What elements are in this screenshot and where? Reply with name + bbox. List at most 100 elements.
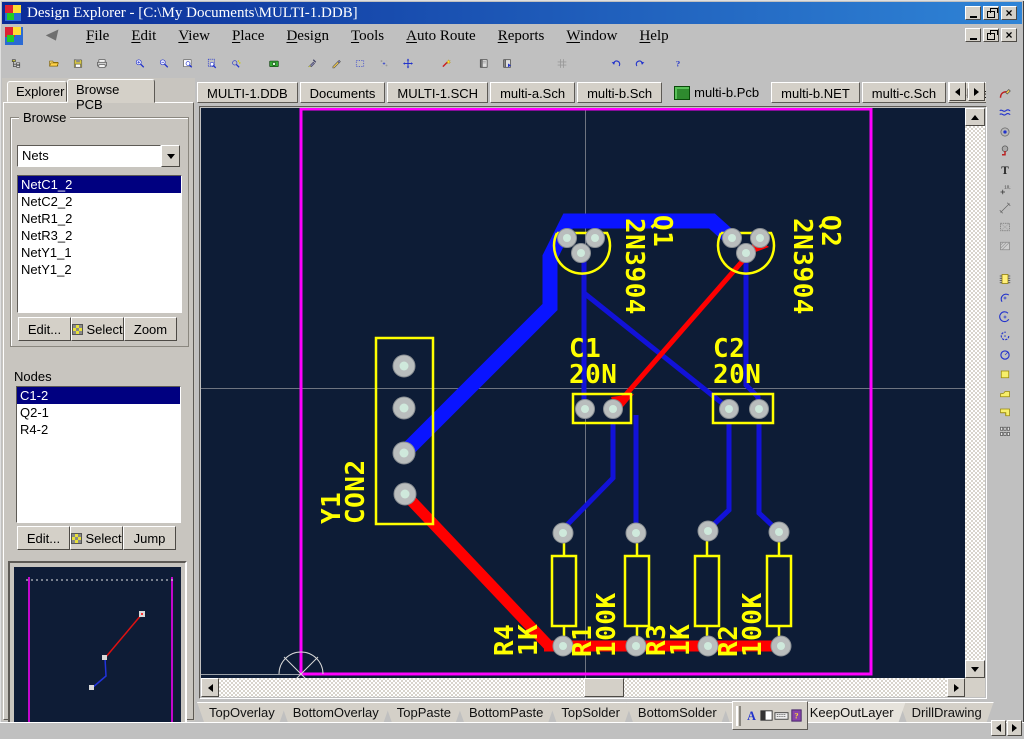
zoom-in-icon[interactable]	[128, 51, 152, 75]
layer-tab[interactable]: BottomOverlay	[281, 702, 391, 722]
menu-item[interactable]: Help	[628, 26, 679, 47]
minimize-button[interactable]	[965, 6, 981, 20]
grid-toggle-icon[interactable]	[550, 51, 574, 75]
vertical-scrollbar[interactable]	[965, 108, 985, 678]
menu-item[interactable]: Reports	[487, 26, 556, 47]
scroll-up-button[interactable]	[965, 108, 985, 126]
help-book-icon[interactable]	[789, 708, 804, 724]
place-dimension-icon[interactable]	[993, 198, 1017, 217]
doc-tab-active[interactable]: multi-b.Pcb	[664, 82, 769, 103]
menu-item[interactable]: Tools	[340, 26, 395, 47]
node-action-button[interactable]: Jump	[123, 526, 176, 550]
toolbar-grip[interactable]	[736, 706, 741, 726]
layer-tab[interactable]: DrillDrawing	[900, 702, 994, 722]
doc-tab[interactable]: multi-a.Sch	[490, 82, 575, 103]
interactive-routing-icon[interactable]	[993, 84, 1017, 103]
doc-tabs-scroll-left-button[interactable]	[949, 82, 966, 101]
save-icon[interactable]	[66, 51, 90, 75]
menu-item[interactable]: Design	[275, 26, 340, 47]
node-item[interactable]: C1-2	[17, 387, 180, 404]
place-coordinate-icon[interactable]	[993, 179, 1017, 198]
redo-icon[interactable]	[628, 51, 652, 75]
layer-tabs-scroll-right-button[interactable]	[1007, 720, 1022, 736]
zoom-document-icon[interactable]	[200, 51, 224, 75]
place-via-icon[interactable]	[993, 141, 1017, 160]
undo-icon[interactable]	[604, 51, 628, 75]
layer-tab[interactable]: TopSolder	[549, 702, 632, 722]
doc-tab[interactable]: multi-b.Sch	[577, 82, 662, 103]
scroll-left-button[interactable]	[201, 678, 219, 697]
node-item[interactable]: R4-2	[17, 421, 180, 438]
split-plane-icon[interactable]	[993, 402, 1017, 421]
net-item[interactable]: NetC2_2	[18, 193, 181, 210]
library-icon[interactable]	[472, 51, 496, 75]
open-document-icon[interactable]	[42, 51, 66, 75]
net-item[interactable]: NetR3_2	[18, 227, 181, 244]
menu-item[interactable]: View	[167, 26, 221, 47]
layer-tabs-scroll-left-button[interactable]	[991, 720, 1006, 736]
menu-item[interactable]: Edit	[120, 26, 167, 47]
tab-browse-pcb[interactable]: Browse PCB	[67, 79, 155, 103]
place-pad-icon[interactable]	[993, 122, 1017, 141]
clear-highlight-icon[interactable]	[300, 51, 324, 75]
browse-mode-select[interactable]: Nets	[17, 145, 180, 167]
browse-mode-dropdown-button[interactable]	[161, 145, 180, 167]
zoom-out-icon[interactable]	[152, 51, 176, 75]
zoom-window-icon[interactable]	[176, 51, 200, 75]
place-fill-icon[interactable]	[993, 364, 1017, 383]
node-action-button[interactable]: Select	[70, 526, 123, 550]
wizard-wand-icon[interactable]	[434, 51, 458, 75]
doc-tab[interactable]: Documents	[300, 82, 386, 103]
scroll-down-button[interactable]	[965, 660, 985, 678]
select-area-icon[interactable]	[348, 51, 372, 75]
panels-toggle-icon[interactable]	[759, 708, 774, 724]
place-hatched-fill-icon[interactable]	[993, 236, 1017, 255]
menu-item[interactable]: Place	[221, 26, 275, 47]
explorer-panel-toggle-icon[interactable]	[4, 51, 28, 75]
polygon-plane-icon[interactable]	[993, 383, 1017, 402]
board-view-icon[interactable]	[262, 51, 286, 75]
center-arc-icon[interactable]	[993, 307, 1017, 326]
child-restore-button[interactable]	[983, 28, 999, 42]
node-item[interactable]: Q2-1	[17, 404, 180, 421]
vertical-scroll-track[interactable]	[965, 126, 985, 660]
edge-arc-icon[interactable]	[993, 288, 1017, 307]
place-string-icon[interactable]	[993, 160, 1017, 179]
child-close-button[interactable]: ×	[1001, 28, 1017, 42]
horizontal-scroll-track[interactable]	[219, 678, 947, 697]
doc-tab[interactable]: multi-b.NET	[771, 82, 860, 103]
layer-tab[interactable]: BottomSolder	[626, 702, 729, 722]
menu-item[interactable]: File	[75, 26, 120, 47]
node-action-button[interactable]: Edit...	[17, 526, 70, 550]
doc-tab[interactable]: multi-c.Sch	[862, 82, 946, 103]
multiple-traces-icon[interactable]	[993, 103, 1017, 122]
place-room-icon[interactable]	[993, 217, 1017, 236]
restore-button[interactable]	[983, 6, 999, 20]
edit-pencil-icon[interactable]	[324, 51, 348, 75]
system-menu-arrow-icon[interactable]	[46, 29, 62, 43]
pcb-canvas[interactable]: Q1 2N3904 Q2 2N3904 C1 20N C2 20N Y1 CON…	[201, 108, 965, 678]
close-button[interactable]: ×	[1001, 6, 1017, 20]
layer-tab[interactable]: BottomPaste	[457, 702, 555, 722]
document-icon[interactable]	[5, 27, 23, 45]
scroll-right-button[interactable]	[947, 678, 965, 697]
layer-tab[interactable]: TopPaste	[385, 702, 463, 722]
print-icon[interactable]	[90, 51, 114, 75]
net-action-button[interactable]: Zoom	[124, 317, 177, 341]
layer-tab[interactable]: TopOverlay	[197, 702, 287, 722]
place-component-icon[interactable]	[993, 269, 1017, 288]
paste-array-icon[interactable]	[993, 421, 1017, 440]
net-item[interactable]: NetC1_2	[18, 176, 181, 193]
annotate-text-icon[interactable]	[744, 708, 759, 724]
child-minimize-button[interactable]	[965, 28, 981, 42]
doc-tab[interactable]: MULTI-1.SCH	[387, 82, 488, 103]
horizontal-scroll-thumb[interactable]	[584, 678, 624, 697]
keyboard-icon[interactable]	[774, 708, 789, 724]
menu-item[interactable]: Window	[555, 26, 628, 47]
net-item[interactable]: NetR1_2	[18, 210, 181, 227]
menu-item[interactable]: Auto Route	[395, 26, 487, 47]
move-icon[interactable]	[396, 51, 420, 75]
doc-tab[interactable]: MULTI-1.DDB	[197, 82, 298, 103]
tab-explorer[interactable]: Explorer	[7, 81, 67, 102]
board-preview[interactable]	[8, 561, 187, 739]
